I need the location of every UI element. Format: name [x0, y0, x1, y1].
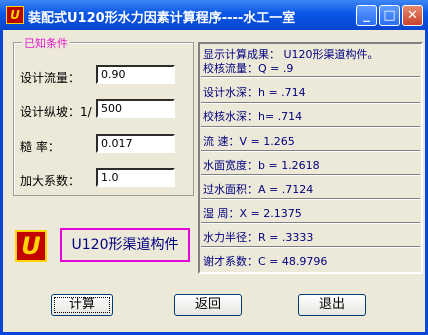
separator	[201, 222, 420, 224]
result-chezy: 谢才系数：C = 48.9796	[203, 255, 328, 268]
result-check-depth: 校核水深：h= .714	[203, 110, 303, 123]
separator	[201, 126, 420, 128]
group-title: 已知条件	[22, 35, 70, 51]
title-bar: U 装配式U120形水力因素计算程序----水工一室 _ □ ✕	[0, 0, 428, 30]
slope-input[interactable]: 500	[96, 99, 175, 118]
product-label: U120形渠道构件	[60, 228, 190, 262]
main-window: U 装配式U120形水力因素计算程序----水工一室 _ □ ✕ 已知条件 设计…	[0, 0, 428, 335]
separator	[201, 150, 420, 152]
window-title: 装配式U120形水力因素计算程序----水工一室	[28, 11, 296, 26]
u-logo-icon: U	[15, 230, 47, 262]
minimize-button[interactable]: _	[356, 5, 377, 26]
separator	[201, 76, 420, 78]
flow-label: 设计流量：	[20, 71, 81, 85]
back-button[interactable]: 返回	[174, 294, 242, 316]
separator	[201, 102, 420, 104]
maximize-button[interactable]: □	[379, 5, 400, 26]
factor-input[interactable]: 1.0	[96, 168, 175, 187]
app-icon: U	[6, 6, 24, 24]
separator	[201, 246, 420, 248]
result-radius: 水力半径：R = .3333	[203, 231, 314, 244]
separator	[201, 174, 420, 176]
result-width: 水面宽度：b = 1.2618	[203, 159, 320, 172]
result-flow: 校核流量：Q = .9	[203, 62, 294, 75]
roughness-label: 糙 率：	[20, 140, 60, 154]
close-button[interactable]: ✕	[402, 5, 423, 26]
result-perimeter: 湿 周：X = 2.1375	[203, 207, 302, 220]
results-panel: 显示计算成果： U120形渠道构件。 校核流量：Q = .9 设计水深：h = …	[198, 42, 423, 274]
flow-input[interactable]: 0.90	[96, 65, 175, 84]
slope-label: 设计纵坡：1/	[20, 105, 92, 119]
separator	[201, 198, 420, 200]
roughness-input[interactable]: 0.017	[96, 134, 175, 153]
result-velocity: 流 速：V = 1.265	[203, 135, 295, 148]
calculate-button[interactable]: 计算	[51, 294, 113, 316]
factor-label: 加大系数：	[20, 174, 81, 188]
result-area: 过水面积：A = .7124	[203, 183, 314, 196]
result-depth: 设计水深：h = .714	[203, 86, 306, 99]
exit-button[interactable]: 退出	[298, 294, 366, 316]
